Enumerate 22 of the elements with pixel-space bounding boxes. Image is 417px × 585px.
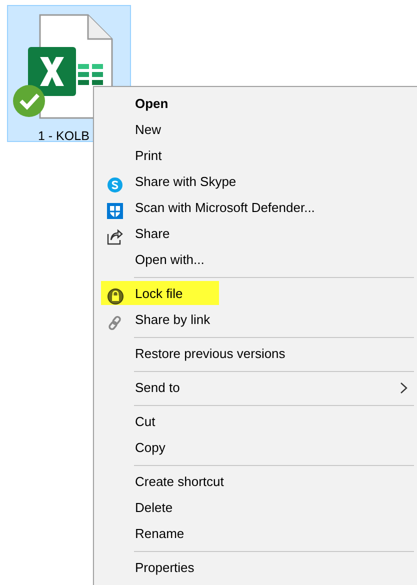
menu-item[interactable]: Share with Skype bbox=[94, 169, 417, 195]
menu-item[interactable]: Share by link bbox=[94, 307, 417, 333]
menu-item[interactable]: Delete bbox=[94, 495, 417, 521]
skype-icon bbox=[107, 176, 123, 193]
menu-item[interactable]: Restore previous versions bbox=[94, 341, 417, 367]
menu-item[interactable]: Lock file bbox=[94, 281, 417, 307]
lock-icon bbox=[107, 288, 124, 306]
menu-item[interactable]: Cut bbox=[94, 409, 417, 435]
menu-item[interactable]: Print bbox=[94, 143, 417, 169]
menu-item[interactable]: Copy bbox=[94, 435, 417, 461]
file-name: 1 - KOLB bbox=[38, 128, 90, 145]
shield-icon bbox=[107, 202, 123, 219]
chevron-right-icon bbox=[400, 382, 408, 394]
menu-item[interactable]: Rename bbox=[94, 521, 417, 547]
menu-item[interactable]: Share bbox=[94, 221, 417, 247]
link-icon bbox=[107, 314, 123, 331]
menu-item[interactable]: Scan with Microsoft Defender... bbox=[94, 195, 417, 221]
menu-item[interactable]: Properties bbox=[94, 555, 417, 581]
menu-item[interactable]: Create shortcut bbox=[94, 469, 417, 495]
menu-item[interactable]: Open with... bbox=[94, 247, 417, 273]
share-icon bbox=[107, 228, 123, 245]
menu-item[interactable]: Send to bbox=[94, 375, 417, 401]
